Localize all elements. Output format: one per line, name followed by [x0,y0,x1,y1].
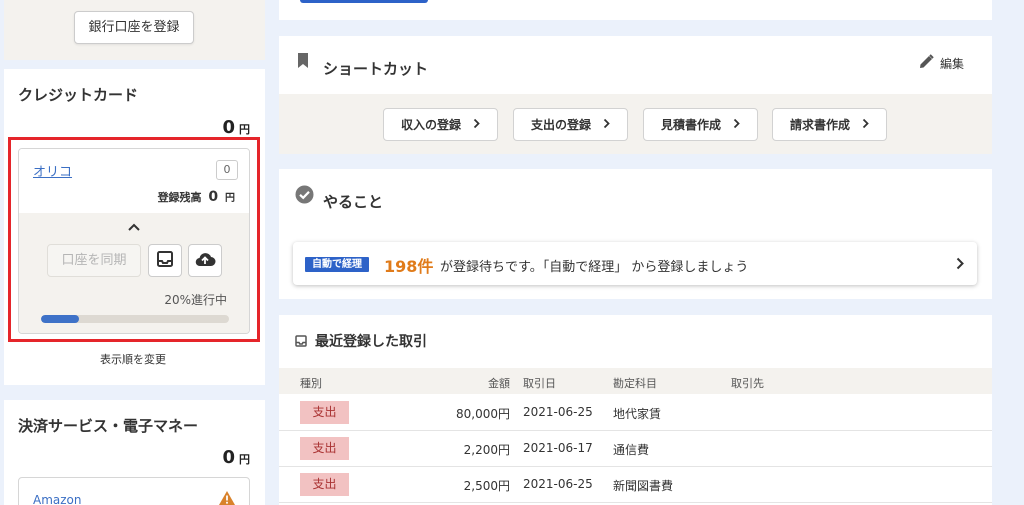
chevron-right-icon [862,118,869,132]
todo-title: やること [323,193,384,211]
bookmark-icon [297,52,309,73]
reorder-link[interactable]: 表示順を変更 [100,351,166,367]
top-panel [279,0,992,20]
account-cell: 新聞図書費 [613,479,674,493]
shortcut-quote-button[interactable]: 見積書作成 [643,108,758,141]
account-cell: 地代家賃 [613,407,662,421]
amount-cell: 2,500円 [463,479,510,493]
todo-message: が登録待ちです。「自動で経理」 から登録しましょう [440,260,749,275]
date-cell: 2021-06-17 [523,441,593,455]
row-divider [279,466,992,467]
row-divider [279,502,992,503]
payment-total-value: 0 [222,447,235,468]
todo-count: 198件 [384,257,434,276]
credit-card-total: 0円 [200,117,250,138]
inbox-icon [295,332,307,351]
chevron-right-icon [473,118,480,132]
shortcut-label: 収入の登録 [400,118,461,132]
shortcut-expense-button[interactable]: 支出の登録 [513,108,628,141]
pencil-icon [919,54,934,72]
payment-total-currency: 円 [239,453,250,466]
column-header-partner: 取引先 [731,377,764,390]
register-bank-button[interactable]: 銀行口座を登録 [74,11,194,44]
date-cell: 2021-06-25 [523,405,593,419]
payment-services-title: 決済サービス・電子マネー [18,417,199,435]
column-header-date: 取引日 [523,377,556,390]
amount-cell: 2,200円 [463,443,510,457]
credit-card-title: クレジットカード [18,86,139,104]
todo-item[interactable]: 自動で経理 198件 が登録待ちです。「自動で経理」 から登録しましょう [293,242,977,285]
chevron-right-icon [733,118,740,132]
amazon-account-link[interactable]: Amazon [33,493,82,505]
shortcuts-title: ショートカット [323,60,429,78]
column-header-account: 勘定科目 [613,377,657,390]
edit-label: 編集 [940,56,965,71]
shortcut-label: 見積書作成 [660,118,721,132]
column-header-type: 種別 [300,377,322,390]
warning-icon [218,490,236,505]
shortcut-income-button[interactable]: 収入の登録 [383,108,498,141]
type-badge: 支出 [300,401,349,424]
amount-cell: 80,000円 [456,407,510,421]
column-header-amount: 金額 [488,377,510,390]
payment-account-card: Amazon [18,477,250,505]
shortcut-label: 支出の登録 [530,118,591,132]
row-divider [279,430,992,431]
shortcut-invoice-button[interactable]: 請求書作成 [772,108,887,141]
edit-shortcuts-button[interactable]: 編集 [919,54,964,72]
shortcut-label: 請求書作成 [789,118,850,132]
highlight-frame [8,137,260,342]
chevron-right-icon [956,255,964,274]
credit-card-total-value: 0 [222,117,235,138]
top-blue-button-edge [300,0,428,3]
type-badge: 支出 [300,437,349,460]
chevron-right-icon [603,118,610,132]
credit-card-total-currency: 円 [239,123,250,136]
date-cell: 2021-06-25 [523,477,593,491]
auto-accounting-tag: 自動で経理 [305,257,369,272]
recent-transactions-title: 最近登録した取引 [315,334,427,350]
account-cell: 通信費 [613,443,650,457]
type-badge: 支出 [300,473,349,496]
check-circle-icon [295,185,314,208]
payment-services-total: 0円 [200,447,250,468]
